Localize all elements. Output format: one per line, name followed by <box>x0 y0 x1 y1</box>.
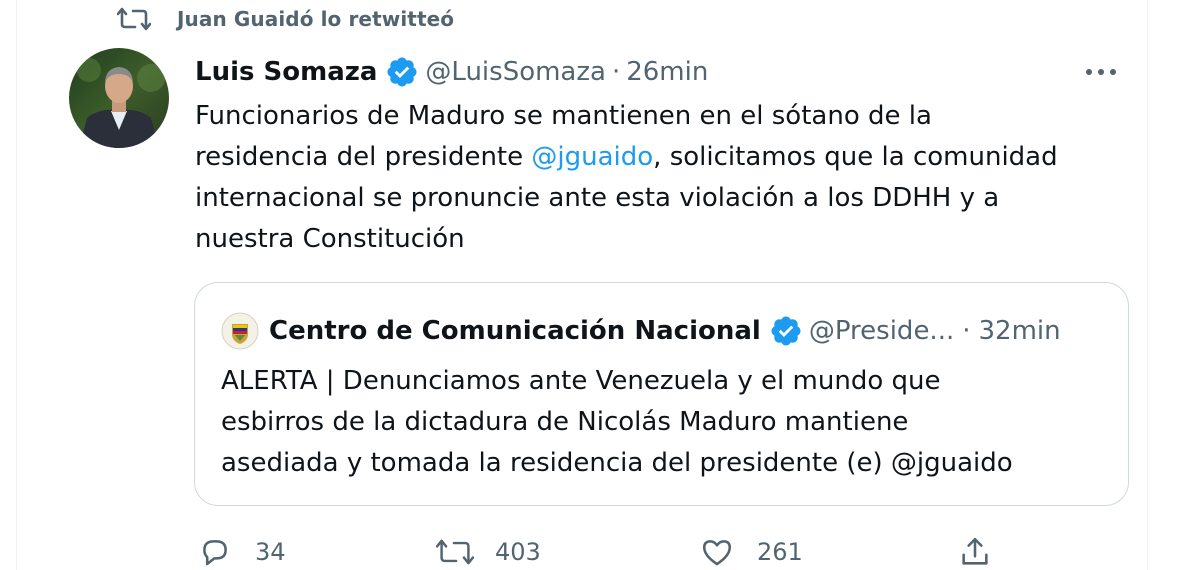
tweet-text-line: residencia del presidente @jguaido, soli… <box>195 137 1145 178</box>
tweet-text-line: nuestra Constitución <box>195 219 1145 260</box>
mention-link[interactable]: @jguaido <box>531 142 653 172</box>
quoted-tweet[interactable]: Centro de Comunicación Nacional @Preside… <box>194 282 1129 506</box>
quoted-timestamp[interactable]: 32min <box>979 316 1061 346</box>
retweet-icon[interactable] <box>435 532 475 570</box>
quoted-avatar[interactable] <box>221 312 259 350</box>
verified-badge-icon <box>385 55 419 89</box>
text-segment: nuestra Constitución <box>195 224 465 254</box>
tweet-text-line: Funcionarios de Maduro se mantienen en e… <box>195 96 1145 137</box>
like-count: 261 <box>757 538 803 566</box>
tweet-timestamp[interactable]: 26min <box>626 57 708 87</box>
reply-icon[interactable] <box>195 532 235 570</box>
tweet-text: Funcionarios de Maduro se mantienen en e… <box>195 96 1145 260</box>
avatar[interactable] <box>69 48 169 148</box>
quoted-author-name[interactable]: Centro de Comunicación Nacional <box>269 316 761 346</box>
quoted-text-line: ALERTA | Denunciamos ante Venezuela y el… <box>221 366 941 396</box>
text-segment: , solicitamos que la comunidad <box>653 142 1058 172</box>
text-segment: internacional se pronuncie ante esta vio… <box>195 183 1000 213</box>
retweet-button[interactable]: 403 <box>435 530 541 570</box>
retweeted-by-label[interactable]: Juan Guaidó lo retwitteó <box>177 7 454 31</box>
quoted-tweet-text: ALERTA | Denunciamos ante Venezuela y el… <box>221 361 1111 484</box>
quoted-text-line: esbirros de la dictadura de Nicolás Madu… <box>221 407 909 437</box>
heart-icon[interactable] <box>697 532 737 570</box>
quoted-text-line: asediada y tomada la residencia del pres… <box>221 448 1013 478</box>
tweet-header: Luis Somaza @LuisSomaza · 26min <box>195 52 1135 92</box>
retweet-icon <box>117 4 151 34</box>
quoted-tweet-header: Centro de Comunicación Nacional @Preside… <box>221 311 1061 351</box>
like-button[interactable]: 261 <box>697 530 803 570</box>
text-segment: Funcionarios de Maduro se mantienen en e… <box>195 101 932 131</box>
header-separator: · <box>611 57 621 87</box>
tweet-text-line: internacional se pronuncie ante esta vio… <box>195 178 1145 219</box>
author-handle[interactable]: @LuisSomaza <box>425 57 606 87</box>
quoted-author-handle[interactable]: @Preside... <box>809 316 954 346</box>
text-segment: residencia del presidente <box>195 142 532 172</box>
retweet-count: 403 <box>495 538 541 566</box>
more-options-icon[interactable] <box>1079 52 1123 92</box>
tweet-card[interactable]: Juan Guaidó lo retwitteó Luis Somaza @Lu… <box>16 0 1148 570</box>
header-separator: · <box>962 316 971 346</box>
author-name[interactable]: Luis Somaza <box>195 57 377 87</box>
share-button[interactable] <box>955 530 995 570</box>
reply-button[interactable]: 34 <box>195 530 286 570</box>
verified-badge-icon <box>769 314 803 348</box>
share-icon[interactable] <box>955 532 995 570</box>
tweet-actions: 34 403 261 <box>195 530 1025 570</box>
reply-count: 34 <box>255 538 286 566</box>
retweet-banner: Juan Guaidó lo retwitteó <box>117 4 454 34</box>
